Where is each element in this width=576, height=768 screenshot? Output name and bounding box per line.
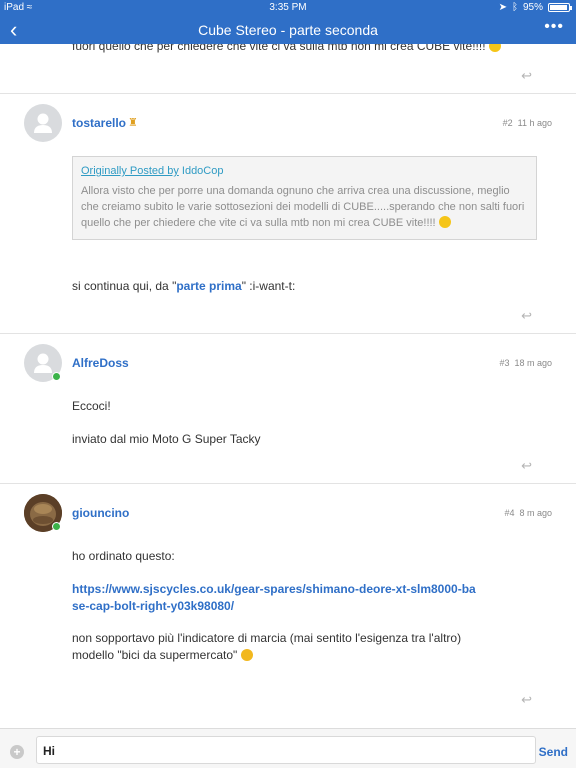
reply-input[interactable]: Hi: [36, 736, 536, 764]
quote-header: Originally Posted by IddoCop: [81, 165, 528, 177]
battery-icon: [548, 3, 572, 12]
username[interactable]: tostarello: [72, 116, 126, 130]
status-bar: iPad ≈ 3:35 PM ➤ ᛒ 95%: [0, 0, 576, 16]
add-attachment-icon[interactable]: +: [10, 745, 24, 759]
online-status-icon: [52, 522, 61, 531]
post-number: #2: [502, 118, 513, 128]
thread-link[interactable]: parte prima: [176, 279, 241, 293]
post-number: #4: [504, 508, 515, 518]
clock: 3:35 PM: [269, 2, 307, 13]
post-body: fuori quello che per chiedere che vite c…: [72, 44, 552, 55]
post-body-line: Eccoci!: [72, 399, 111, 413]
post-3: AlfreDoss #3 18 m ago Eccoci! inviato da…: [0, 334, 576, 484]
top-bar: iPad ≈ 3:35 PM ➤ ᛒ 95% ‹ Cube Stereo - p…: [0, 0, 576, 44]
post-body: si continua qui, da "parte prima" :i-wan…: [72, 278, 552, 295]
post-text: fuori quello che per chiedere che vite c…: [72, 44, 486, 53]
post-body-line: ho ordinato questo:: [72, 549, 175, 563]
status-right: ➤ ᛒ 95%: [498, 2, 572, 13]
unamused-emoji-icon: [240, 649, 253, 661]
product-url-link[interactable]: https://www.sjscycles.co.uk/gear-spares/…: [72, 581, 482, 615]
reply-icon[interactable]: ↩: [521, 308, 532, 324]
originally-posted-link[interactable]: Originally Posted by: [81, 165, 179, 177]
smiley-emoji-icon: [488, 44, 501, 52]
user-rank-icon: ♜: [128, 117, 138, 129]
post-text: non sopportavo più l'indicatore di marci…: [72, 631, 462, 662]
reply-icon[interactable]: ↩: [521, 692, 532, 708]
post-text: si continua qui, da ": [72, 279, 177, 293]
quote-body: Allora visto che per porre una domanda o…: [81, 185, 525, 229]
location-icon: ➤: [498, 2, 507, 13]
post-time: 11 h ago: [517, 118, 552, 128]
post-meta: #2 11 h ago: [503, 118, 552, 128]
quote-block: Originally Posted by IddoCop Allora vist…: [72, 156, 537, 240]
post-4: giouncino #4 8 m ago ho ordinato questo:…: [0, 484, 576, 724]
default-user-icon: [34, 113, 52, 133]
post-signature: inviato dal mio Moto G Super Tacky: [72, 432, 261, 446]
quote-author[interactable]: IddoCop: [182, 165, 224, 177]
avatar[interactable]: [24, 104, 62, 142]
post-time: 8 m ago: [519, 508, 552, 518]
post-number: #3: [499, 358, 510, 368]
page-title: Cube Stereo - parte seconda: [198, 22, 378, 38]
reply-composer: + Hi Send: [0, 728, 576, 768]
send-button[interactable]: Send: [539, 745, 568, 759]
quote-text: Allora visto che per porre una domanda o…: [81, 183, 528, 231]
more-options-icon[interactable]: •••: [544, 18, 564, 36]
username[interactable]: giouncino: [72, 506, 129, 520]
username[interactable]: AlfreDoss: [72, 356, 129, 370]
bluetooth-icon: ᛒ: [511, 2, 518, 13]
post-meta: #3 18 m ago: [499, 358, 552, 368]
smiley-emoji-icon: [438, 216, 451, 228]
battery-percent: 95%: [522, 2, 543, 13]
reply-icon[interactable]: ↩: [521, 68, 532, 84]
post-text-suffix: " :i-want-t:: [241, 279, 296, 293]
post-body: non sopportavo più l'indicatore di marci…: [72, 630, 492, 664]
online-status-icon: [52, 372, 61, 381]
reply-icon[interactable]: ↩: [521, 458, 532, 474]
thread-content[interactable]: fuori quello che per chiedere che vite c…: [0, 44, 576, 728]
post-2: tostarello ♜ #2 11 h ago Originally Post…: [0, 94, 576, 334]
post-meta: #4 8 m ago: [504, 508, 552, 518]
navigation-bar: ‹ Cube Stereo - parte seconda •••: [0, 16, 576, 44]
post-time: 18 m ago: [514, 358, 552, 368]
